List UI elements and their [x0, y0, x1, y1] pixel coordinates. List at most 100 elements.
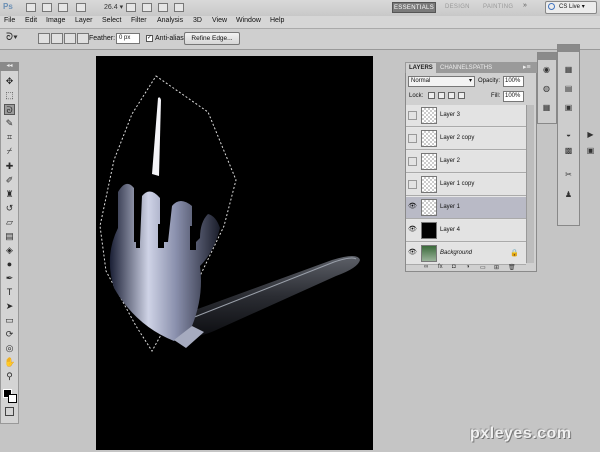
layer-name[interactable]: Layer 2 [440, 158, 460, 164]
visibility-eye-icon[interactable]: 👁 [408, 249, 417, 258]
lock-all-icon[interactable] [458, 92, 465, 99]
zoom-tool[interactable]: ⚲ [4, 371, 15, 382]
menu-analysis[interactable]: Analysis [157, 17, 183, 24]
more-workspaces-button[interactable]: » [523, 2, 527, 9]
menu-view[interactable]: View [212, 17, 227, 24]
layers-scrollbar[interactable] [526, 105, 534, 263]
menu-window[interactable]: Window [236, 17, 261, 24]
eraser-tool[interactable]: ▱ [4, 217, 15, 228]
swatches-icon[interactable]: ▩ [563, 146, 574, 156]
eyedropper-tool[interactable]: ⌿ [4, 146, 15, 157]
layers-footer-icon-6[interactable]: 🗑 [508, 264, 516, 271]
fill-input[interactable]: 100% [503, 91, 524, 102]
adjustments-icon[interactable]: ◉ [541, 65, 552, 75]
workspace-essentials-button[interactable]: ESSENTIALS [392, 2, 436, 13]
layer-row[interactable]: 👁 Layer 4 [406, 220, 526, 242]
visibility-eye-icon[interactable]: 👁 [408, 226, 417, 235]
tool-preset-lasso-icon[interactable]: ᘐ▾ [6, 32, 18, 43]
masks-icon[interactable]: ◍ [541, 84, 552, 94]
hand-tool[interactable]: ✋ [4, 357, 15, 368]
layer-name[interactable]: Layer 4 [440, 227, 460, 233]
rotate-view-icon[interactable] [158, 3, 168, 12]
layer-name[interactable]: Layer 3 [440, 112, 460, 118]
dodge-tool[interactable]: ● [4, 259, 15, 270]
clone-source-icon[interactable]: ♟ [563, 190, 574, 200]
history-icon[interactable]: ▣ [585, 146, 596, 156]
lock-transparency-icon[interactable] [428, 92, 435, 99]
healing-tool[interactable]: ✚ [4, 161, 15, 172]
quick-select-tool[interactable]: ✎ [4, 118, 15, 129]
3d-rotate-tool[interactable]: ⟳ [4, 329, 15, 340]
tools-collapse-button[interactable]: ◂◂ [0, 62, 19, 71]
menu-image[interactable]: Image [46, 17, 65, 24]
layer-row[interactable]: Layer 2 [406, 151, 526, 173]
menu-select[interactable]: Select [102, 17, 121, 24]
document-canvas[interactable] [96, 56, 373, 450]
visibility-eye-icon[interactable] [408, 157, 417, 166]
layer-row[interactable]: 👁 Background [406, 243, 526, 265]
lock-pixels-icon[interactable] [438, 92, 445, 99]
navigator-icon[interactable]: ▣ [563, 103, 574, 113]
layer-name[interactable]: Background [440, 250, 472, 256]
new-selection-icon[interactable] [38, 33, 50, 44]
zoom-tool-icon[interactable] [142, 3, 152, 12]
menu-edit[interactable]: Edit [25, 17, 37, 24]
menu-3d[interactable]: 3D [193, 17, 202, 24]
type-tool[interactable]: T [4, 287, 15, 298]
brushes-icon[interactable]: ✂ [563, 170, 574, 180]
layers-footer-icon-0[interactable]: ∞ [424, 264, 428, 270]
opacity-input[interactable]: 100% [503, 76, 524, 87]
histogram-icon[interactable]: ▦ [563, 65, 574, 75]
layer-row[interactable]: Layer 2 copy [406, 128, 526, 150]
bridge-icon[interactable] [26, 3, 36, 12]
panel-menu-icon[interactable]: ▸≡ [523, 63, 531, 71]
pen-tool[interactable]: ✒ [4, 273, 15, 284]
layers-footer-icon-1[interactable]: fx [438, 264, 443, 270]
path-select-tool[interactable]: ➤ [4, 301, 15, 312]
workspace-painting-button[interactable]: PAINTING [478, 2, 518, 13]
anti-alias-checkbox[interactable]: ✓ [146, 35, 153, 42]
mini-bridge-icon[interactable] [42, 3, 52, 12]
menu-filter[interactable]: Filter [131, 17, 147, 24]
3d-orbit-tool[interactable]: ◎ [4, 343, 15, 354]
crop-tool[interactable]: ⌗ [4, 132, 15, 143]
shape-tool[interactable]: ▭ [4, 315, 15, 326]
hand-tool-icon[interactable] [126, 3, 136, 12]
workspace-design-button[interactable]: DESIGN [440, 2, 475, 13]
arrange-documents-icon[interactable] [76, 3, 86, 12]
actions-icon[interactable]: ▶ [585, 130, 596, 140]
menu-help[interactable]: Help [270, 17, 284, 24]
view-extras-icon[interactable] [58, 3, 68, 12]
color-icon[interactable]: ◒ [563, 130, 574, 140]
history-brush-tool[interactable]: ↺ [4, 203, 15, 214]
visibility-eye-icon[interactable] [408, 134, 417, 143]
dock-a-header[interactable] [538, 53, 556, 60]
subtract-selection-icon[interactable] [64, 33, 76, 44]
visibility-eye-icon[interactable] [408, 180, 417, 189]
feather-input[interactable]: 0 px [116, 33, 140, 44]
styles-icon[interactable]: ▦ [541, 103, 552, 113]
background-color-swatch[interactable] [8, 394, 17, 403]
screen-mode-icon[interactable] [174, 3, 184, 12]
layers-footer-icon-4[interactable]: ▭ [480, 264, 486, 271]
visibility-eye-icon[interactable] [408, 111, 417, 120]
tab-paths[interactable]: PATHS [470, 63, 495, 73]
blend-mode-select[interactable]: Normal ▾ [408, 76, 475, 87]
menu-layer[interactable]: Layer [75, 17, 93, 24]
zoom-level[interactable]: 26.4 ▾ [104, 3, 123, 11]
tab-layers[interactable]: LAYERS [406, 63, 436, 73]
info-icon[interactable]: ▤ [563, 84, 574, 94]
layer-row[interactable]: 👁 Layer 1 [406, 197, 526, 219]
layer-name[interactable]: Layer 2 copy [440, 135, 474, 141]
quick-mask-button[interactable] [5, 407, 14, 416]
visibility-eye-icon[interactable]: 👁 [408, 203, 417, 212]
move-tool[interactable]: ✥ [4, 76, 15, 87]
menu-file[interactable]: File [4, 17, 15, 24]
gradient-tool[interactable]: ▤ [4, 231, 15, 242]
dock-b-header[interactable] [558, 45, 579, 52]
layers-footer-icon-3[interactable]: ◑ [466, 264, 470, 270]
layers-footer-icon-5[interactable]: ⊞ [494, 264, 499, 271]
layer-row[interactable]: Layer 3 [406, 105, 526, 127]
refine-edge-button[interactable]: Refine Edge... [184, 32, 240, 45]
marquee-tool[interactable]: ⬚ [4, 90, 15, 101]
